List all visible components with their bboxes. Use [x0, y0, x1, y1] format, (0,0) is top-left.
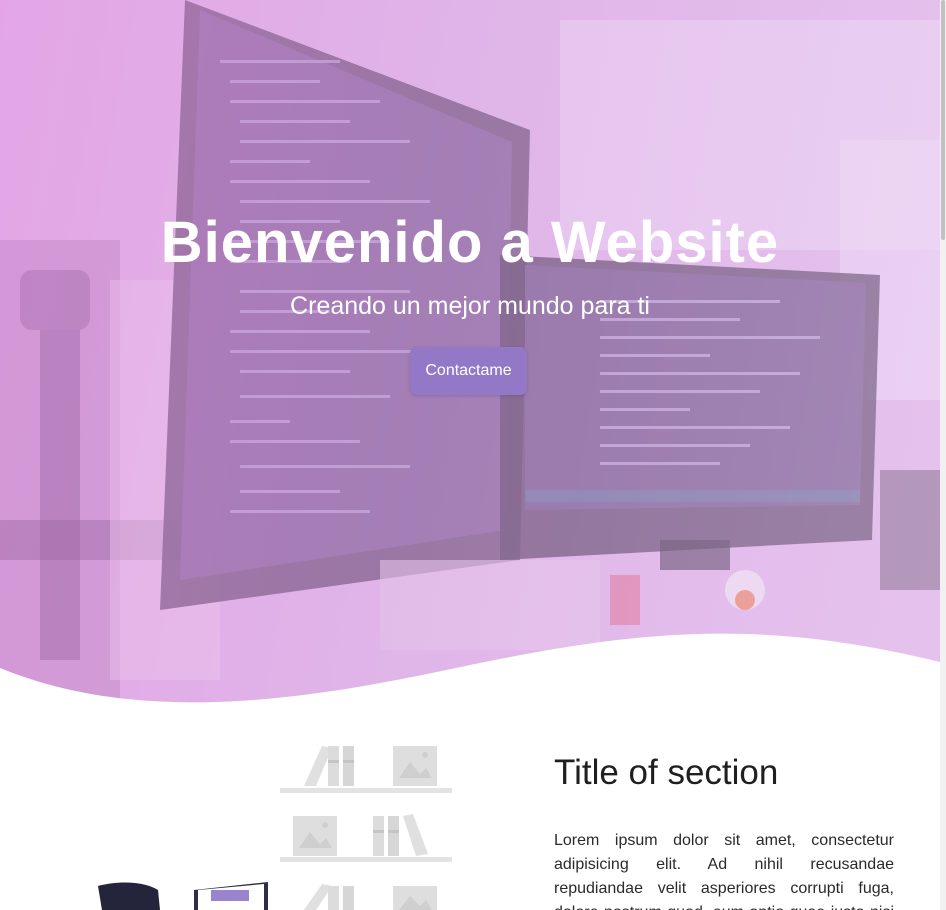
bookshelf-icon — [280, 814, 452, 862]
hero-title: Bienvenido a Website — [160, 210, 780, 275]
bookshelf-icon — [280, 746, 452, 793]
scrollbar-thumb[interactable] — [941, 0, 945, 240]
hero-subtitle: Creando un mejor mundo para ti — [290, 292, 650, 320]
section-body-text: Lorem ipsum dolor sit amet, consectetur … — [554, 832, 894, 910]
hero-banner: Bienvenido a Website Creando un mejor mu… — [0, 0, 940, 705]
bookshelf-icon — [304, 884, 437, 910]
page: Bienvenido a Website Creando un mejor mu… — [0, 0, 946, 910]
person-laptop-icon — [98, 882, 268, 910]
contact-button[interactable]: Contactame — [410, 347, 527, 395]
reading-illustration — [98, 746, 452, 910]
hero-wave-divider — [0, 633, 940, 705]
page-scrollbar[interactable] — [940, 0, 946, 910]
section-title: Title of section — [554, 753, 779, 792]
